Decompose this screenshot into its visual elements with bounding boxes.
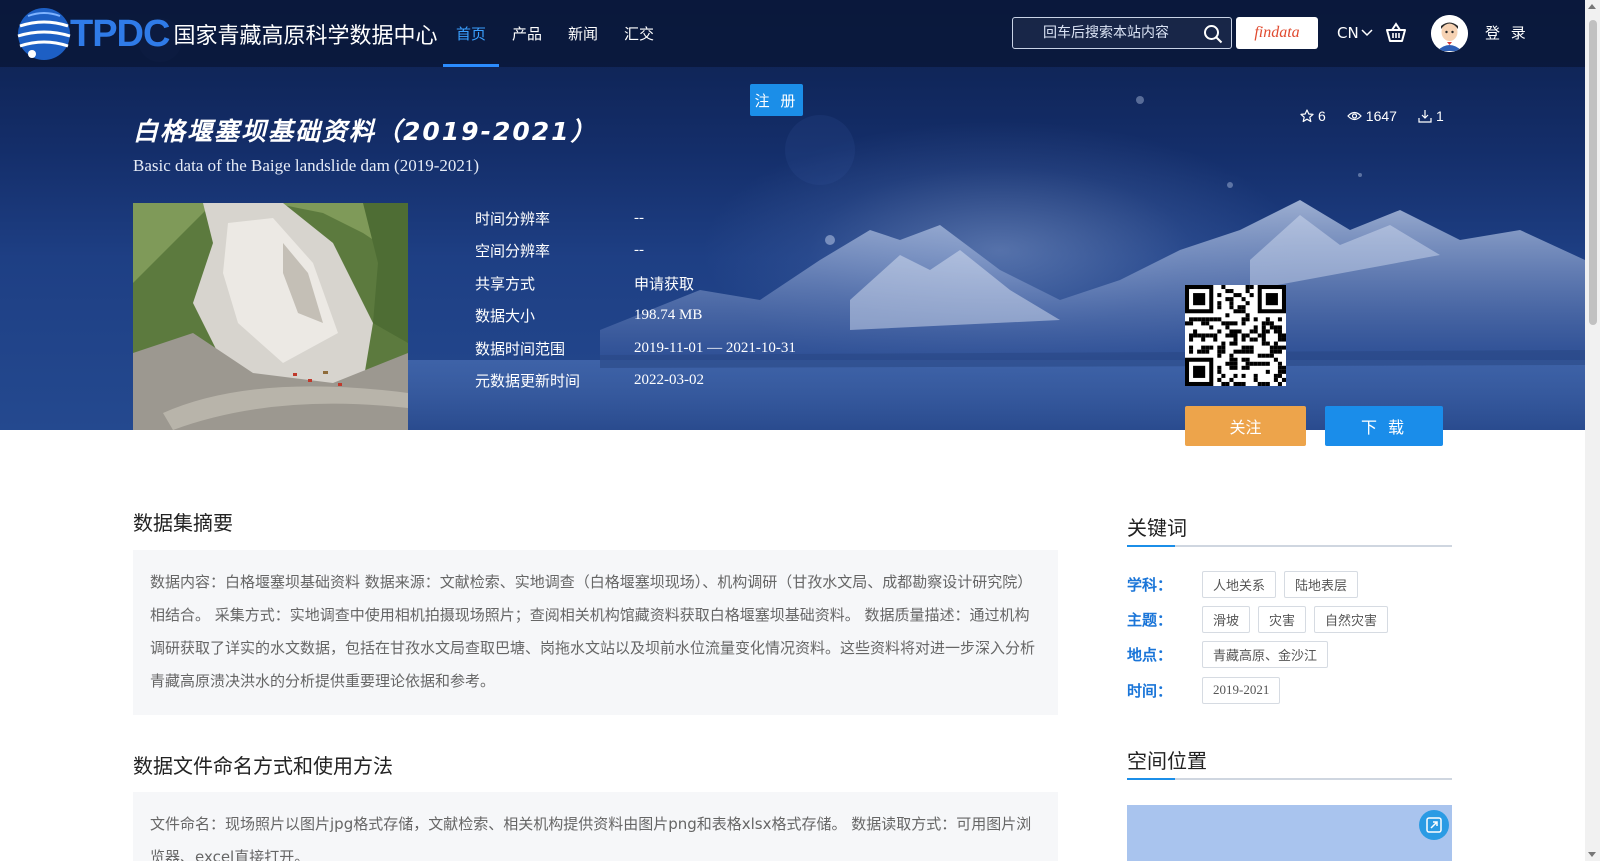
- eye-icon: [1346, 111, 1362, 121]
- spatial-map[interactable]: [1127, 805, 1452, 861]
- meta-value: 198.74 MB: [634, 307, 703, 324]
- stat-stars-value: 6: [1318, 108, 1326, 124]
- qr-code: [1185, 285, 1286, 386]
- main-menu: 首页 产品 新闻 汇交: [443, 0, 667, 67]
- logo-text-cn: 国家青藏高原科学数据中心: [173, 24, 438, 49]
- search-icon[interactable]: [1203, 24, 1223, 44]
- stat-views-value: 1647: [1365, 108, 1397, 124]
- meta-row-spatial-resolution: 空间分辨率 --: [475, 235, 796, 268]
- abstract-text: 数据内容：白格堰塞坝基础资料 数据来源：文献检索、实地调查（白格堰塞坝现场）、机…: [150, 573, 1036, 690]
- avatar-icon: [1431, 15, 1468, 52]
- keyword-tag[interactable]: 灾害: [1258, 605, 1307, 633]
- qr-code-icon: [1185, 285, 1286, 386]
- menu-item-products[interactable]: 产品: [499, 0, 555, 67]
- logo-text-en: TPDC: [70, 12, 170, 55]
- scroll-up-arrow[interactable]: [1588, 4, 1596, 9]
- keywords-divider: [1127, 545, 1452, 547]
- dataset-thumbnail: [133, 203, 408, 430]
- meta-value: 申请获取: [634, 274, 695, 293]
- stat-stars[interactable]: 6: [1300, 108, 1326, 124]
- download-icon: [1418, 110, 1432, 123]
- avatar[interactable]: [1431, 15, 1468, 52]
- top-navbar: TPDC 国家青藏高原科学数据中心 首页 产品 新闻 汇交 findata CN: [0, 0, 1585, 67]
- meta-value: --: [634, 242, 644, 259]
- keyword-row-theme: 主题： 滑坡 灾害 自然灾害: [1127, 605, 1396, 633]
- keyword-label: 地点：: [1127, 645, 1173, 664]
- meta-label: 共享方式: [475, 274, 536, 293]
- cart-icon[interactable]: [1385, 22, 1407, 44]
- language-switch[interactable]: CN: [1337, 22, 1373, 44]
- follow-button[interactable]: 关注: [1185, 406, 1306, 446]
- stat-downloads: 1: [1418, 108, 1444, 124]
- spatial-divider: [1127, 778, 1452, 780]
- keyword-row-discipline: 学科： 人地关系 陆地表层: [1127, 570, 1366, 598]
- meta-row-sharing: 共享方式 申请获取: [475, 267, 796, 300]
- scroll-down-arrow[interactable]: [1588, 852, 1596, 857]
- map-expand-icon: [1426, 817, 1442, 833]
- dataset-title-cn: 白格堰塞坝基础资料（2019-2021）: [133, 117, 598, 146]
- meta-label: 数据时间范围: [475, 339, 566, 358]
- menu-item-home[interactable]: 首页: [443, 0, 500, 67]
- download-button[interactable]: 下 载: [1325, 406, 1443, 446]
- meta-row-time-range: 数据时间范围 2019-11-01 — 2021-10-31: [475, 332, 796, 365]
- meta-label: 空间分辨率: [475, 242, 551, 261]
- page: TPDC 国家青藏高原科学数据中心 首页 产品 新闻 汇交 findata CN: [0, 0, 1585, 861]
- chevron-down-icon: [1361, 29, 1373, 37]
- search-box: [1012, 17, 1232, 49]
- findata-button[interactable]: findata: [1236, 17, 1318, 49]
- keyword-row-place: 地点： 青藏高原、金沙江: [1127, 640, 1336, 668]
- keyword-tag[interactable]: 滑坡: [1202, 605, 1251, 633]
- keywords-title: 关键词: [1127, 516, 1187, 540]
- meta-label: 数据大小: [475, 307, 536, 326]
- register-button[interactable]: 注 册: [750, 84, 803, 116]
- meta-label: 时间分辨率: [475, 209, 551, 228]
- keyword-tag[interactable]: 陆地表层: [1284, 570, 1359, 598]
- keyword-label: 主题：: [1127, 610, 1173, 629]
- stat-views: 1647: [1346, 108, 1397, 124]
- meta-row-size: 数据大小 198.74 MB: [475, 300, 796, 333]
- dataset-stats: 6 1647 1: [1300, 108, 1465, 124]
- meta-row-time-resolution: 时间分辨率 --: [475, 202, 796, 235]
- keyword-tag[interactable]: 青藏高原、金沙江: [1202, 640, 1329, 668]
- keyword-row-time: 时间： 2019-2021: [1127, 676, 1288, 704]
- keyword-tag[interactable]: 自然灾害: [1314, 605, 1389, 633]
- meta-value: --: [634, 209, 644, 226]
- star-icon: [1300, 109, 1314, 123]
- site-logo[interactable]: TPDC 国家青藏高原科学数据中心: [14, 4, 437, 64]
- page-scrollbar[interactable]: [1585, 0, 1600, 861]
- meta-value: 2022-03-02: [634, 372, 704, 389]
- dataset-title-en: Basic data of the Baige landslide dam (2…: [133, 156, 480, 175]
- keyword-label: 时间：: [1127, 681, 1173, 700]
- keyword-tag[interactable]: 人地关系: [1202, 570, 1277, 598]
- meta-row-updated: 元数据更新时间 2022-03-02: [475, 365, 796, 398]
- dataset-meta: 时间分辨率 -- 空间分辨率 -- 共享方式 申请获取 数据大小 198.74 …: [475, 202, 796, 397]
- landslide-photo: [133, 203, 408, 430]
- meta-value: 2019-11-01 — 2021-10-31: [634, 339, 796, 356]
- usage-text: 文件命名：现场照片以图片jpg格式存储，文献检索、相关机构提供资料由图片png和…: [150, 815, 1032, 861]
- menu-item-submit[interactable]: 汇交: [611, 0, 667, 67]
- meta-label: 元数据更新时间: [475, 372, 581, 391]
- search-input[interactable]: [1013, 18, 1203, 48]
- globe-logo-icon: [17, 8, 71, 60]
- spatial-title: 空间位置: [1127, 749, 1207, 773]
- login-link[interactable]: 登 录: [1485, 22, 1529, 43]
- usage-box: 文件命名：现场照片以图片jpg格式存储，文献检索、相关机构提供资料由图片png和…: [133, 792, 1058, 861]
- menu-item-news[interactable]: 新闻: [555, 0, 611, 67]
- scroll-thumb[interactable]: [1589, 20, 1597, 325]
- stat-downloads-value: 1: [1435, 108, 1444, 124]
- map-expand-button[interactable]: [1419, 810, 1449, 840]
- abstract-title: 数据集摘要: [133, 511, 233, 535]
- usage-title: 数据文件命名方式和使用方法: [133, 754, 393, 778]
- language-label: CN: [1337, 24, 1359, 42]
- keyword-label: 学科：: [1127, 575, 1173, 594]
- keyword-tag[interactable]: 2019-2021: [1202, 676, 1281, 704]
- abstract-box: 数据内容：白格堰塞坝基础资料 数据来源：文献检索、实地调查（白格堰塞坝现场）、机…: [133, 550, 1058, 715]
